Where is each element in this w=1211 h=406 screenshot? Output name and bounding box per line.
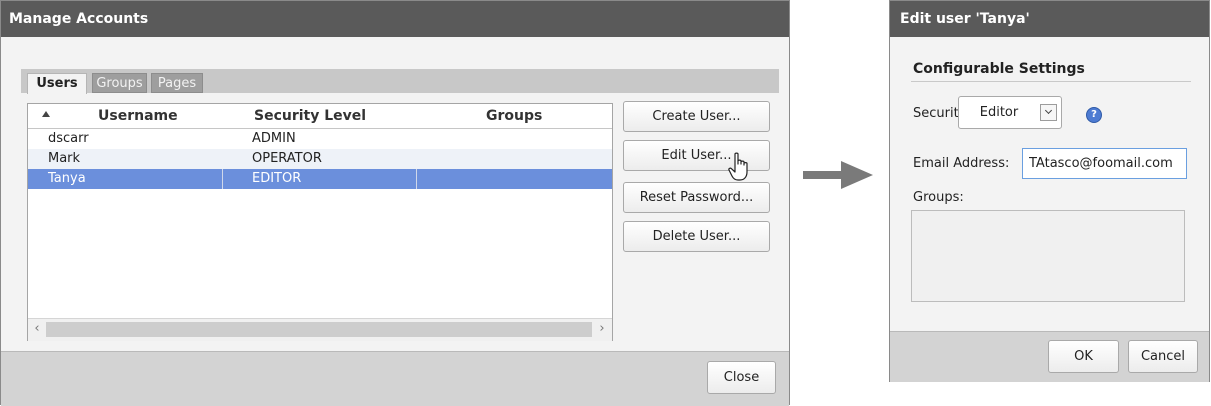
cell-security-level: OPERATOR bbox=[252, 151, 322, 166]
horizontal-scrollbar[interactable]: ‹ › bbox=[28, 318, 612, 341]
cell-security-level: ADMIN bbox=[252, 131, 296, 146]
users-table: Username Security Level Groups dscarr AD… bbox=[27, 103, 613, 341]
scroll-left-icon[interactable]: ‹ bbox=[30, 321, 44, 337]
email-address-label: Email Address: bbox=[913, 156, 1010, 171]
cell-security-level: EDITOR bbox=[252, 171, 302, 186]
security-level-select[interactable]: Editor bbox=[958, 96, 1062, 129]
column-divider bbox=[416, 169, 417, 189]
right-arrow-icon bbox=[803, 161, 873, 189]
edit-user-titlebar[interactable]: Edit user 'Tanya' bbox=[890, 1, 1209, 37]
column-header-security-level[interactable]: Security Level bbox=[254, 108, 366, 124]
dialog-title: Edit user 'Tanya' bbox=[900, 11, 1030, 27]
table-header: Username Security Level Groups bbox=[28, 104, 612, 129]
column-header-groups[interactable]: Groups bbox=[486, 108, 542, 124]
security-level-value: Editor bbox=[979, 105, 1019, 120]
table-row[interactable]: Mark OPERATOR bbox=[28, 149, 612, 169]
dialog-title: Manage Accounts bbox=[9, 11, 149, 27]
groups-list[interactable] bbox=[911, 210, 1185, 302]
section-heading: Configurable Settings bbox=[913, 61, 1085, 77]
column-divider bbox=[222, 169, 223, 189]
tab-strip: Users Groups Pages bbox=[21, 69, 779, 94]
manage-accounts-footer bbox=[1, 351, 789, 406]
tab-pages[interactable]: Pages bbox=[151, 73, 203, 93]
table-row-selected[interactable]: Tanya EDITOR bbox=[28, 169, 612, 189]
hand-pointer-icon bbox=[728, 152, 748, 181]
cell-username: dscarr bbox=[48, 131, 89, 146]
cancel-button[interactable]: Cancel bbox=[1128, 340, 1198, 373]
cell-username: Tanya bbox=[48, 171, 86, 186]
reset-password-button[interactable]: Reset Password... bbox=[623, 182, 770, 213]
section-divider bbox=[911, 81, 1191, 82]
tab-users[interactable]: Users bbox=[27, 73, 87, 94]
cell-username: Mark bbox=[48, 151, 81, 166]
scrollbar-thumb[interactable] bbox=[46, 322, 592, 337]
tab-groups[interactable]: Groups bbox=[92, 73, 147, 93]
column-header-username[interactable]: Username bbox=[98, 108, 178, 124]
close-button[interactable]: Close bbox=[707, 361, 776, 394]
delete-user-button[interactable]: Delete User... bbox=[623, 221, 770, 252]
create-user-button[interactable]: Create User... bbox=[623, 101, 770, 132]
groups-label: Groups: bbox=[913, 190, 964, 205]
help-icon[interactable]: ? bbox=[1086, 107, 1102, 123]
chevron-down-icon[interactable] bbox=[1040, 104, 1057, 121]
sort-ascending-icon[interactable] bbox=[42, 111, 50, 117]
table-row[interactable]: dscarr ADMIN bbox=[28, 129, 612, 149]
scroll-right-icon[interactable]: › bbox=[595, 321, 609, 337]
email-field[interactable] bbox=[1022, 148, 1187, 179]
ok-button[interactable]: OK bbox=[1048, 340, 1119, 373]
manage-accounts-titlebar[interactable]: Manage Accounts bbox=[1, 1, 789, 38]
